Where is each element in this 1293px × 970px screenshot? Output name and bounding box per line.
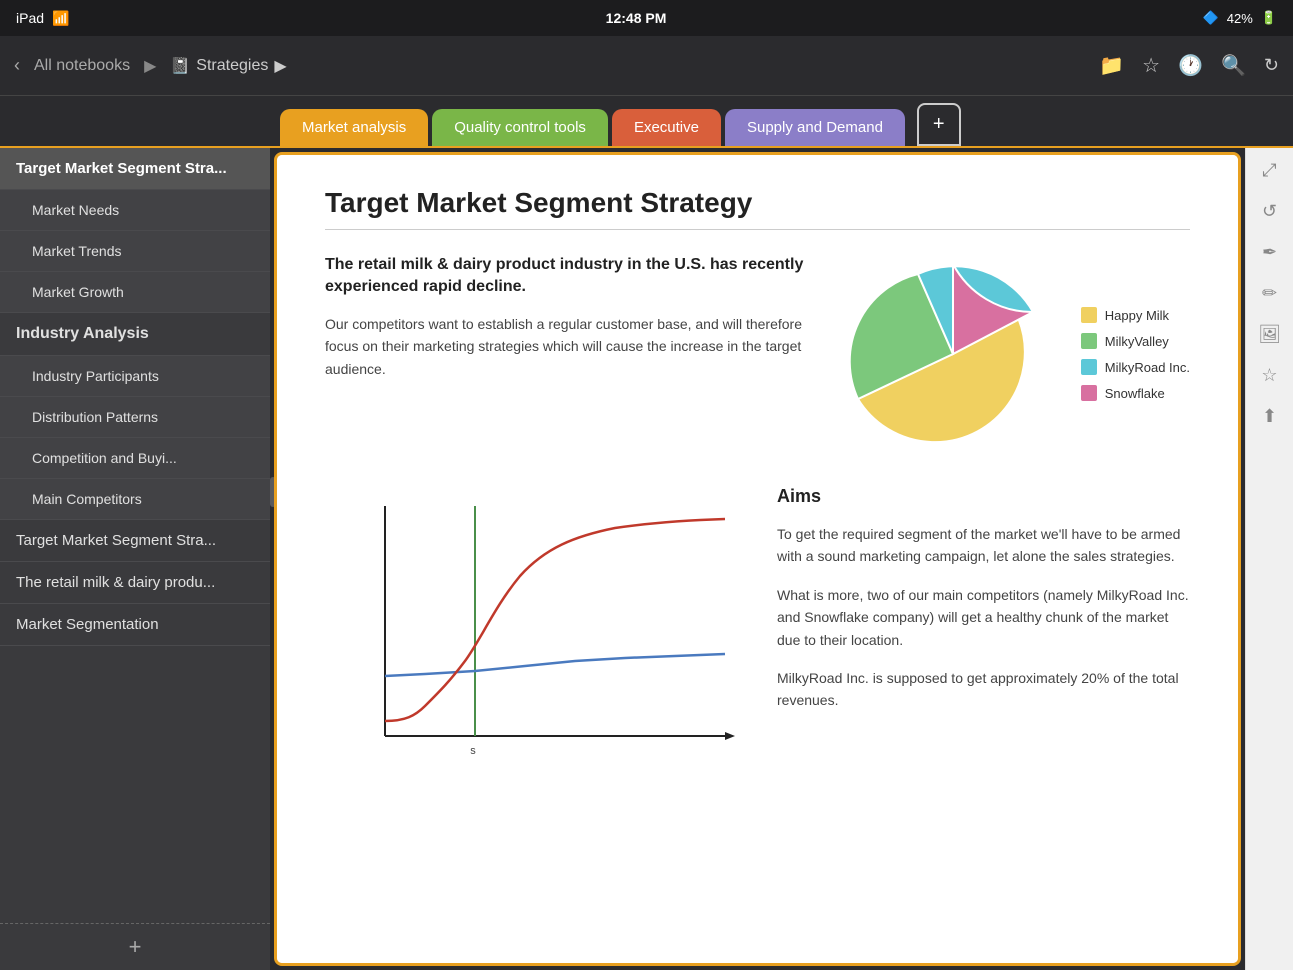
image-icon[interactable]: 🖼 [1258,324,1281,345]
content-section-top: The retail milk & dairy product industry… [325,254,1190,454]
legend-milkyroad: MilkyRoad Inc. [1081,359,1190,375]
document-title: Target Market Segment Strategy [325,187,1190,230]
clock-icon[interactable]: 🕐 [1178,53,1203,78]
undo-icon[interactable]: ↺ [1262,201,1277,222]
tab-market-analysis[interactable]: Market analysis [280,109,428,146]
tab-supply-demand[interactable]: Supply and Demand [725,109,905,146]
legend-color-snowflake [1081,385,1097,401]
bluetooth-icon: 🔷 [1203,10,1219,26]
body-text: Our competitors want to establish a regu… [325,313,811,380]
breadcrumb: 📓 Strategies ▶ [170,56,286,76]
tab-bar: Market analysis Quality control tools Ex… [0,96,1293,148]
folder-icon[interactable]: 📁 [1099,53,1124,78]
status-bar: iPad 📶 12:48 PM 🔷 42% 🔋 [0,0,1293,36]
sidebar-item-target-market[interactable]: Target Market Segment Stra... [0,520,270,562]
star-toolbar-icon[interactable]: ☆ [1261,365,1277,386]
sidebar-item-distribution-patterns[interactable]: Distribution Patterns [0,397,270,438]
nav-bar: ‹ All notebooks ▶ 📓 Strategies ▶ 📁 ☆ 🕐 🔍… [0,36,1293,96]
content-text: The retail milk & dairy product industry… [325,254,811,380]
ipad-label: iPad [16,10,44,26]
document-scroll[interactable]: Target Market Segment Strategy The retai… [277,155,1238,963]
pie-chart-container: Happy Milk MilkyValley MilkyRoad Inc. [843,254,1190,454]
notebook-arrow: ▶ [274,56,286,76]
legend-label-milky-valley: MilkyValley [1105,334,1169,349]
notebook-icon: 📓 [170,56,190,76]
document-area: Target Market Segment Strategy The retai… [274,152,1241,966]
status-left: iPad 📶 [16,10,69,27]
sidebar-item-market-growth[interactable]: Market Growth [0,272,270,313]
share-icon[interactable]: ⬆ [1262,406,1277,427]
nav-icons: 📁 ☆ 🕐 🔍 ↻ [1099,53,1279,78]
sidebar-item-market-needs[interactable]: Market Needs [0,190,270,231]
star-nav-icon[interactable]: ☆ [1142,53,1160,78]
sidebar-item-industry-analysis[interactable]: Industry Analysis [0,313,270,356]
sidebar-item-market-trends[interactable]: Market Trends [0,231,270,272]
sidebar: Target Market Segment Stra... Market Nee… [0,148,270,970]
notebook-label: Strategies [196,57,268,75]
svg-text:s: s [470,745,476,757]
status-time: 12:48 PM [606,10,667,26]
expand-icon[interactable]: ⤢ [1262,160,1276,181]
sidebar-item-retail-milk[interactable]: The retail milk & dairy produ... [0,562,270,604]
sidebar-item-market-segmentation[interactable]: Market Segmentation [0,604,270,646]
legend-color-happy-milk [1081,307,1097,323]
line-chart-container: s [325,486,745,791]
breadcrumb-separator: ▶ [144,56,156,76]
legend-snowflake: Snowflake [1081,385,1190,401]
line-chart: s [325,486,745,786]
wifi-icon: 📶 [52,10,69,27]
text-pen-icon[interactable]: ✏ [1262,283,1277,304]
aims-paragraph-1: To get the required segment of the marke… [777,523,1190,568]
legend-happy-milk: Happy Milk [1081,307,1190,323]
tab-executive[interactable]: Executive [612,109,721,146]
battery-icon: 🔋 [1261,10,1277,26]
sidebar-add-button[interactable]: + [129,934,142,960]
status-right: 🔷 42% 🔋 [1203,10,1277,26]
refresh-icon[interactable]: ↻ [1264,55,1279,76]
sidebar-item-industry-participants[interactable]: Industry Participants [0,356,270,397]
sidebar-item-main-competitors[interactable]: Main Competitors [0,479,270,520]
legend-label-milkyroad: MilkyRoad Inc. [1105,360,1190,375]
search-icon[interactable]: 🔍 [1221,53,1246,78]
legend-color-milkyroad [1081,359,1097,375]
legend-label-happy-milk: Happy Milk [1105,308,1169,323]
legend-color-milky-valley [1081,333,1097,349]
legend-milky-valley: MilkyValley [1081,333,1190,349]
right-toolbar: ⤢ ↺ ✒ ✏ 🖼 ☆ ⬆ [1245,148,1293,970]
pen-icon[interactable]: ✒ [1262,242,1277,263]
aims-section: Aims To get the required segment of the … [777,486,1190,728]
aims-paragraph-3: MilkyRoad Inc. is supposed to get approx… [777,667,1190,712]
sidebar-item-competition[interactable]: Competition and Buyi... [0,438,270,479]
add-tab-button[interactable]: + [917,103,961,146]
all-notebooks-link[interactable]: All notebooks [34,57,130,75]
pie-legend: Happy Milk MilkyValley MilkyRoad Inc. [1081,307,1190,401]
aims-paragraph-2: What is more, two of our main competitor… [777,584,1190,651]
main-layout: Target Market Segment Stra... Market Nee… [0,148,1293,970]
sidebar-item-0[interactable]: Target Market Segment Stra... [0,148,270,190]
bold-intro: The retail milk & dairy product industry… [325,254,811,299]
sidebar-bottom: + [0,923,270,970]
battery-label: 42% [1227,11,1253,26]
pie-chart [843,254,1063,454]
legend-label-snowflake: Snowflake [1105,386,1165,401]
back-arrow-icon[interactable]: ‹ [14,55,20,76]
chart-section: s Aims To get the required segment of th… [325,486,1190,791]
tab-quality-control[interactable]: Quality control tools [432,109,608,146]
aims-title: Aims [777,486,1190,507]
